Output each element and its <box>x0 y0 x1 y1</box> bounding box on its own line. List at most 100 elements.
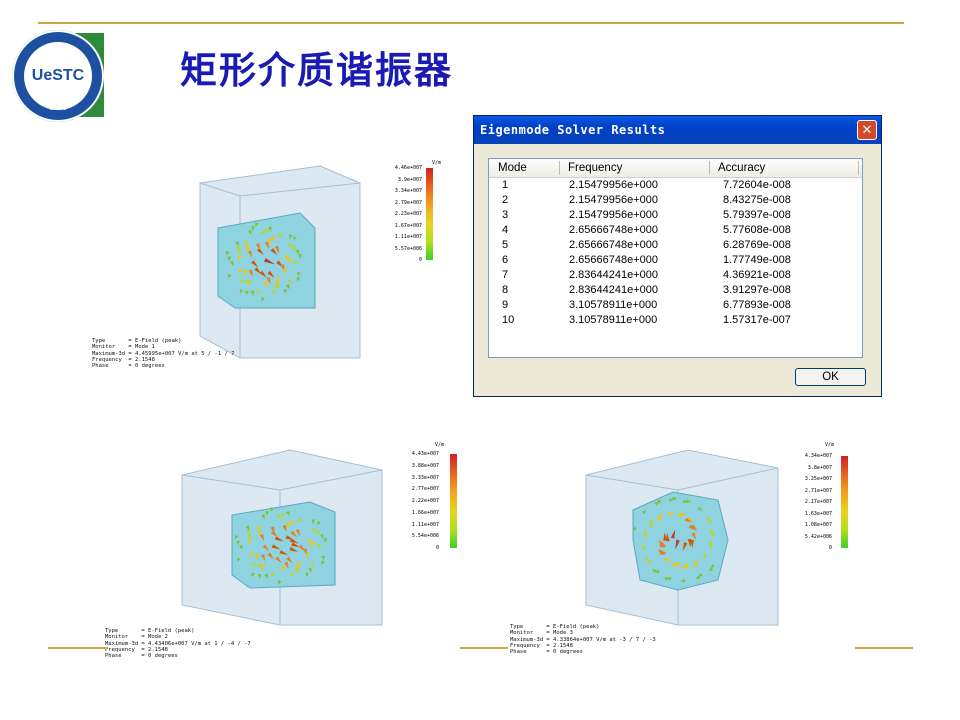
accuracy-cell: 6.28769e-008 <box>723 239 791 251</box>
legend-tick-label: 2.71e+007 <box>804 487 832 494</box>
eigenmode-results-dialog: Eigenmode Solver Results ✕ Mode Frequenc… <box>473 115 882 397</box>
color-legend-3: V/m 4.34e+007 3.8e+007 3.25e+007 2.71e+007 2… <box>798 440 858 560</box>
legend-tick-label: 2.22e+007 <box>411 498 439 504</box>
column-frequency[interactable]: Frequency <box>568 162 622 174</box>
legend-tick-label: 3.34e+007 <box>394 188 422 194</box>
table-row[interactable]: 1 2.15479956e+000 7.72604e-008 <box>489 179 862 194</box>
accuracy-cell: 1.77749e-008 <box>723 254 791 266</box>
legend-colorbar <box>450 454 457 548</box>
legend-tick-label: 5.54e+006 <box>411 533 439 540</box>
legend-tick-label: 1.67e+007 <box>394 222 422 229</box>
accuracy-cell: 3.91297e-008 <box>723 284 791 296</box>
mode-cell: 8 <box>502 284 509 296</box>
table-row[interactable]: 4 2.65666748e+000 5.77608e-008 <box>489 224 862 239</box>
color-legend-2: V/m 4.43e+007 3.88e+007 3.33e+007 2.77e+007… <box>405 440 465 555</box>
legend-tick-label: 1.08e+007 <box>804 522 832 528</box>
legend-tick-label: 3.9e+007 <box>397 176 422 183</box>
legend-unit: V/m <box>435 442 445 448</box>
legend-tick-label: 3.88e+007 <box>411 462 439 469</box>
table-row[interactable]: 3 2.15479956e+000 5.79397e-008 <box>489 209 862 224</box>
legend-tick-label: 2.77e+007 <box>411 486 439 493</box>
mode-cell: 6 <box>502 254 509 266</box>
legend-tick-label: 2.23e+007 <box>394 211 422 217</box>
accuracy-cell: 6.77893e-008 <box>723 299 791 311</box>
field-caption-3: Type = E-Field (peak) Monitor = Mode 3 M… <box>510 624 656 656</box>
legend-tick-label: 1.11e+007 <box>394 234 422 240</box>
dialog-title: Eigenmode Solver Results <box>480 123 666 137</box>
mode-cell: 3 <box>502 209 509 221</box>
mode-cell: 4 <box>502 224 509 236</box>
legend-tick-label: 5.42e+006 <box>804 533 832 540</box>
university-logo: UeSTC 1956 <box>12 30 104 122</box>
table-row[interactable]: 2 2.15479956e+000 8.43275e-008 <box>489 194 862 209</box>
accuracy-cell: 5.79397e-008 <box>723 209 791 221</box>
frequency-cell: 2.15479956e+000 <box>569 179 659 191</box>
accuracy-cell: 5.77608e-008 <box>723 224 791 236</box>
field-caption-1: Type = E-Field (peak) Monitor = Mode 1 M… <box>92 338 235 370</box>
logo-text: UeSTC <box>31 67 85 84</box>
legend-tick-label: 0 <box>828 545 832 551</box>
legend-tick-label: 0 <box>435 545 439 551</box>
frequency-cell: 3.10578911e+000 <box>569 299 658 311</box>
mode-cell: 7 <box>502 269 509 281</box>
table-row[interactable]: 6 2.65666748e+000 1.77749e-008 <box>489 254 862 269</box>
ok-button[interactable]: OK <box>795 368 866 386</box>
legend-tick-label: 4.34e+007 <box>804 453 832 459</box>
legend-tick-label: 1.11e+007 <box>411 521 439 528</box>
accuracy-cell: 4.36921e-008 <box>723 269 791 281</box>
frequency-cell: 2.83644241e+000 <box>569 269 659 281</box>
slide-title: 矩形介质谐振器 <box>180 49 453 92</box>
legend-tick-label: 4.46e+007 <box>394 165 422 171</box>
frequency-cell: 2.65666748e+000 <box>569 239 659 251</box>
legend-tick-label: 0 <box>418 257 422 263</box>
field-plot-1: V/m 4.46e+007 3.9e+007 3.34e+007 2.79e+007 2… <box>92 158 450 369</box>
table-row[interactable]: 9 3.10578911e+000 6.77893e-008 <box>489 299 862 314</box>
top-rule <box>38 22 904 24</box>
legend-tick-label: 2.17e+007 <box>804 499 832 505</box>
dialog-title-bar[interactable]: Eigenmode Solver Results ✕ <box>474 116 881 144</box>
legend-colorbar <box>841 456 848 548</box>
field-caption-2: Type = E-Field (peak) Monitor = Mode 2 M… <box>105 628 251 660</box>
table-row[interactable]: 5 2.65666748e+000 6.28769e-008 <box>489 239 862 254</box>
mode-cell: 9 <box>502 299 509 311</box>
color-legend-1: V/m 4.46e+007 3.9e+007 3.34e+007 2.79e+007 2… <box>388 158 448 268</box>
frequency-cell: 3.10578911e+000 <box>569 314 658 326</box>
frequency-cell: 2.15479956e+000 <box>569 194 659 206</box>
list-header: Mode Frequency Accuracy <box>489 159 862 178</box>
resonator-3d-view-2 <box>181 449 383 626</box>
legend-tick-label: 2.79e+007 <box>394 199 422 206</box>
table-row[interactable]: 7 2.83644241e+000 4.36921e-008 <box>489 269 862 284</box>
close-icon[interactable]: ✕ <box>857 120 877 140</box>
field-plot-2: V/m 4.43e+007 3.88e+007 3.33e+007 2.77e+007… <box>105 440 470 665</box>
legend-tick-label: 5.57e+006 <box>394 245 422 252</box>
legend-tick-label: 4.43e+007 <box>411 451 439 457</box>
resonator-3d-view-1 <box>199 165 361 359</box>
accuracy-cell: 1.57317e-007 <box>723 314 791 326</box>
field-plot-3: V/m 4.34e+007 3.8e+007 3.25e+007 2.71e+007 2… <box>510 440 858 665</box>
frequency-cell: 2.15479956e+000 <box>569 209 659 221</box>
accuracy-cell: 8.43275e-008 <box>723 194 791 206</box>
bottom-rule-left <box>48 647 108 649</box>
table-row[interactable]: 8 2.83644241e+000 3.91297e-008 <box>489 284 862 299</box>
legend-tick-label: 3.8e+007 <box>807 464 832 471</box>
resonator-3d-view-3 <box>585 449 779 626</box>
legend-tick-label: 3.25e+007 <box>804 476 832 482</box>
mode-cell: 5 <box>502 239 509 251</box>
accuracy-cell: 7.72604e-008 <box>723 179 791 191</box>
mode-cell: 2 <box>502 194 509 206</box>
legend-colorbar <box>426 168 433 260</box>
bottom-rule-right <box>855 647 913 649</box>
table-row[interactable]: 10 3.10578911e+000 1.57317e-007 <box>489 314 862 329</box>
legend-tick-label: 1.63e+007 <box>804 510 832 517</box>
mode-cell: 1 <box>502 179 509 191</box>
legend-tick-label: 1.66e+007 <box>411 509 439 516</box>
column-accuracy[interactable]: Accuracy <box>718 162 765 174</box>
legend-unit: V/m <box>432 160 442 166</box>
bottom-rule-mid <box>460 647 508 649</box>
frequency-cell: 2.83644241e+000 <box>569 284 659 296</box>
results-list[interactable]: Mode Frequency Accuracy 1 2.15479956e+000… <box>488 158 863 358</box>
logo-year: 1956 <box>49 102 67 112</box>
column-mode[interactable]: Mode <box>498 162 527 174</box>
frequency-cell: 2.65666748e+000 <box>569 224 659 236</box>
legend-tick-label: 3.33e+007 <box>411 474 439 481</box>
